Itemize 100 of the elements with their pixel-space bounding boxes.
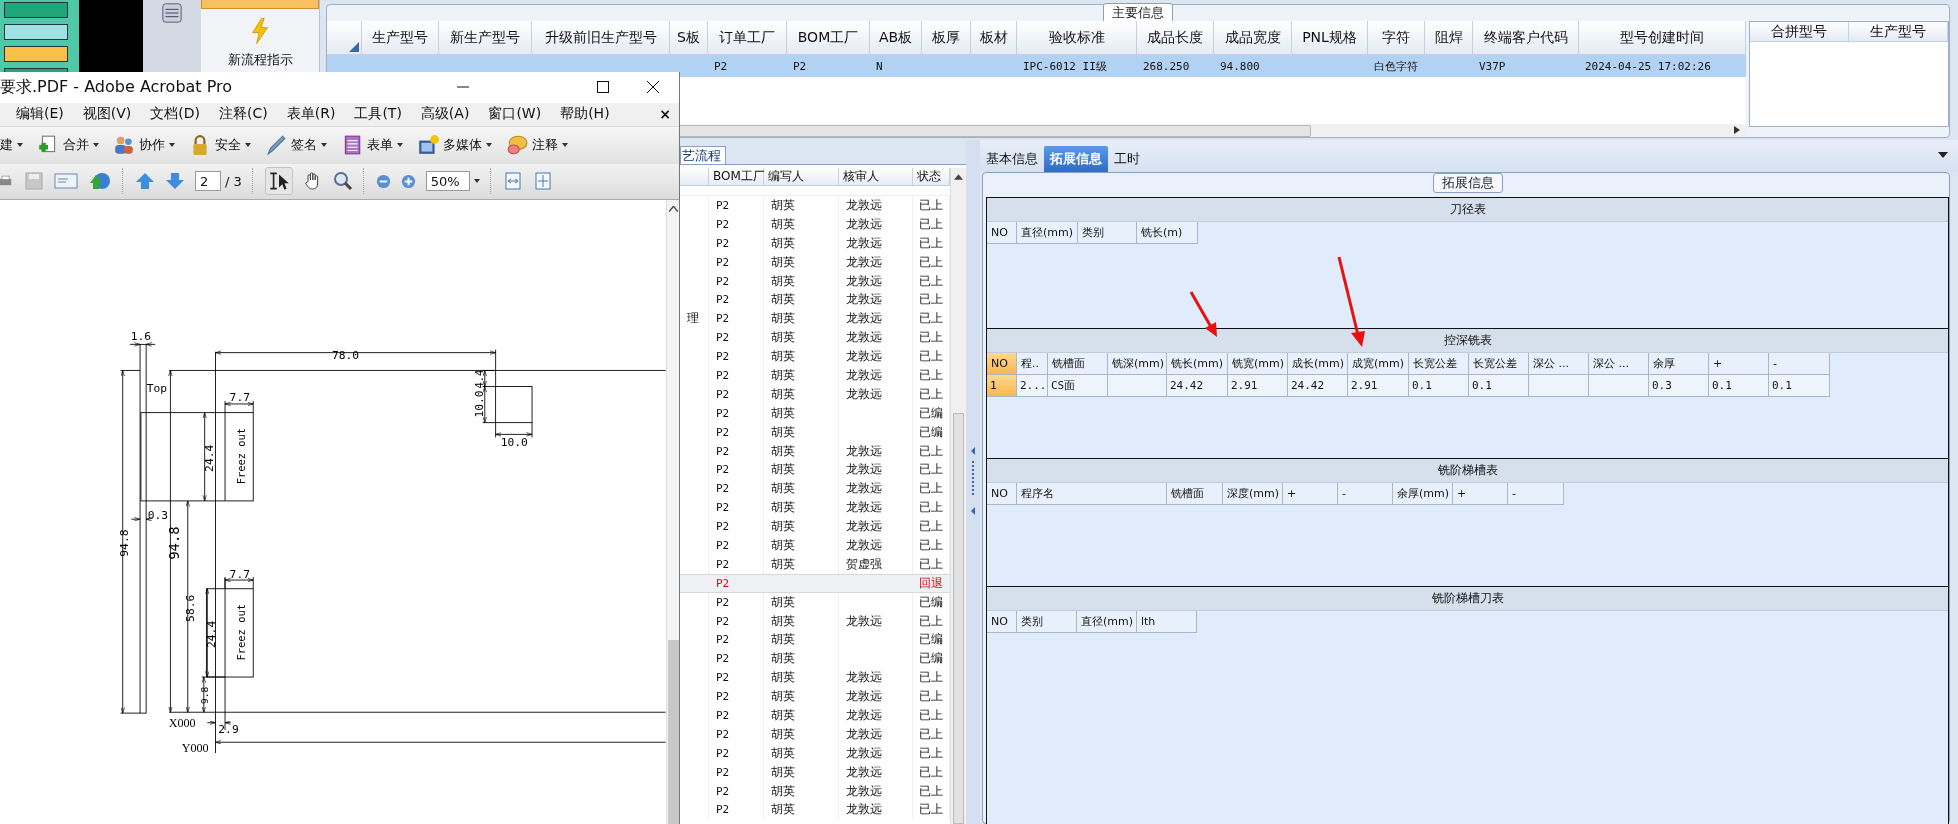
column-header[interactable]: 长宽公差 [1469, 353, 1529, 375]
zoom-field[interactable]: 50% [425, 171, 470, 192]
column-header[interactable]: 铣宽(mm) [1228, 353, 1288, 375]
corner-triangle-icon[interactable] [349, 42, 359, 52]
menu-item[interactable]: 文档(D) [150, 105, 200, 124]
toolbar-button[interactable]: 注释 [506, 134, 568, 157]
column-header[interactable]: BOM工厂 [709, 168, 764, 186]
lightning-icon[interactable] [250, 17, 270, 45]
column-header[interactable]: 板材 [971, 21, 1017, 55]
column-header[interactable]: 生产型号 [362, 21, 439, 55]
toolbar-button[interactable]: 签名 [265, 134, 327, 157]
column-header[interactable]: 余厚 [1649, 353, 1709, 375]
column-header[interactable]: 长宽公差 [1409, 353, 1469, 375]
toolbar-button[interactable]: 建 [0, 136, 23, 155]
scroll-up-icon[interactable] [668, 206, 678, 212]
column-header[interactable]: + [1283, 483, 1338, 505]
close-button[interactable]: × [659, 106, 671, 123]
column-header[interactable]: lth [1137, 611, 1197, 633]
table-row[interactable]: P2 回退 [680, 573, 950, 593]
caret-icon[interactable] [473, 179, 480, 184]
down-arrow-icon[interactable] [165, 171, 185, 192]
column-header[interactable]: 编写人 [764, 168, 839, 186]
toolbar-button[interactable]: 表单 [341, 134, 403, 157]
column-header[interactable]: 程.. [1017, 353, 1048, 375]
vertical-scrollbar[interactable] [950, 168, 966, 824]
menu-item[interactable]: 编辑(E) [16, 105, 64, 124]
toolbar-button[interactable]: 安全 [189, 134, 251, 157]
column-header[interactable]: 核审人 [839, 168, 913, 186]
scroll-up-icon[interactable] [954, 174, 963, 180]
menu-item[interactable]: 帮助(H) [560, 105, 610, 124]
menu-item[interactable]: 表单(R) [286, 105, 336, 124]
table-cell[interactable]: 1 [987, 375, 1017, 397]
menu-item[interactable]: 视图(V) [82, 105, 132, 124]
column-header[interactable]: PNL规格 [1292, 21, 1368, 55]
menu-item[interactable]: 工具(T) [354, 105, 402, 124]
column-header[interactable]: 成品宽度 [1214, 21, 1292, 55]
dropdown-icon[interactable] [1938, 152, 1948, 158]
menu-item[interactable]: 高级(A) [420, 105, 470, 124]
column-header[interactable]: + [1453, 483, 1508, 505]
toolbar-button[interactable]: 合并 [37, 134, 99, 157]
column-header[interactable]: NO [987, 353, 1017, 375]
column-header[interactable]: 深公 ... [1589, 353, 1649, 375]
tab[interactable]: 工时 [1108, 146, 1146, 172]
column-header[interactable]: 字符 [1368, 21, 1425, 55]
column-header[interactable]: 状态 [913, 168, 950, 186]
column-header[interactable]: NO [987, 483, 1017, 505]
column-header[interactable]: 直径(mm) [1017, 222, 1078, 244]
column-header[interactable]: 余厚(mm) [1393, 483, 1453, 505]
column-header[interactable]: + [1709, 353, 1769, 375]
page-number-field[interactable]: 2 [195, 171, 221, 192]
splitter-handle[interactable] [966, 140, 980, 824]
nav-item[interactable] [201, 0, 319, 9]
zoom-in-icon[interactable] [400, 173, 416, 189]
horizontal-scrollbar[interactable] [677, 124, 1746, 137]
column-header[interactable]: 程序名 [1017, 483, 1167, 505]
column-header[interactable]: 铣长(mm) [1167, 353, 1228, 375]
column-header[interactable]: 深度(mm) [1223, 483, 1283, 505]
column-header[interactable]: - [1508, 483, 1564, 505]
column-header[interactable]: 深公 ... [1529, 353, 1589, 375]
toolbar-button[interactable]: 协作 [113, 134, 175, 157]
column-header[interactable]: 阻焊 [1425, 21, 1473, 55]
scroll-right-icon[interactable] [1734, 126, 1740, 134]
tab[interactable]: 基本信息 [980, 146, 1044, 172]
column-header[interactable]: 验收标准 [1017, 21, 1137, 55]
column-header[interactable]: S板 [670, 21, 708, 55]
column-header[interactable]: 铣槽面 [1048, 353, 1108, 375]
table-row[interactable]: P2 P2 N IPC-6012 II级 268.250 94.800 白色字符 V37P 2024-04-25 17:02:26 [327, 55, 1746, 77]
column-header[interactable]: NO [987, 222, 1017, 244]
envelope-icon[interactable] [54, 171, 78, 192]
column-header[interactable]: 成品长度 [1137, 21, 1214, 55]
column-header[interactable]: 板厚 [922, 21, 971, 55]
column-header[interactable]: 订单工厂 [708, 21, 787, 55]
text-select-icon[interactable] [264, 167, 293, 196]
maximize-icon[interactable] [597, 81, 609, 94]
column-header[interactable]: 生产型号 [1849, 22, 1948, 42]
zoom-out-icon[interactable] [375, 173, 391, 189]
column-header[interactable]: BOM工厂 [787, 21, 870, 55]
magnifier-icon[interactable] [332, 171, 353, 192]
column-header[interactable]: - [1769, 353, 1830, 375]
nav-item-label[interactable]: 新流程指示 [227, 51, 293, 69]
column-header[interactable]: 铣槽面 [1167, 483, 1223, 505]
column-header[interactable]: 成宽(mm) [1348, 353, 1409, 375]
fit-page-icon[interactable] [532, 171, 553, 192]
column-header[interactable]: 终端客户代码 [1473, 21, 1579, 55]
up-arrow-icon[interactable] [135, 171, 155, 192]
column-header[interactable]: 新生产型号 [439, 21, 532, 55]
toolbar-button[interactable]: 多媒体 [417, 134, 492, 157]
column-header[interactable]: 升级前旧生产型号 [532, 21, 670, 55]
column-header[interactable]: - [1338, 483, 1393, 505]
fit-width-icon[interactable] [502, 171, 523, 192]
globe-icon[interactable] [88, 171, 112, 192]
menu-item[interactable]: 窗口(W) [488, 105, 542, 124]
column-header[interactable]: 铣长(m) [1137, 222, 1198, 244]
close-icon[interactable] [647, 81, 659, 94]
vertical-scrollbar[interactable] [666, 200, 679, 824]
tab[interactable]: 拓展信息 [1044, 146, 1108, 172]
column-header[interactable]: 合拼型号 [1750, 22, 1849, 42]
column-header[interactable]: 直径(mm) [1077, 611, 1137, 633]
column-header[interactable]: NO [987, 611, 1017, 633]
tab[interactable]: 艺流程 [680, 146, 726, 164]
